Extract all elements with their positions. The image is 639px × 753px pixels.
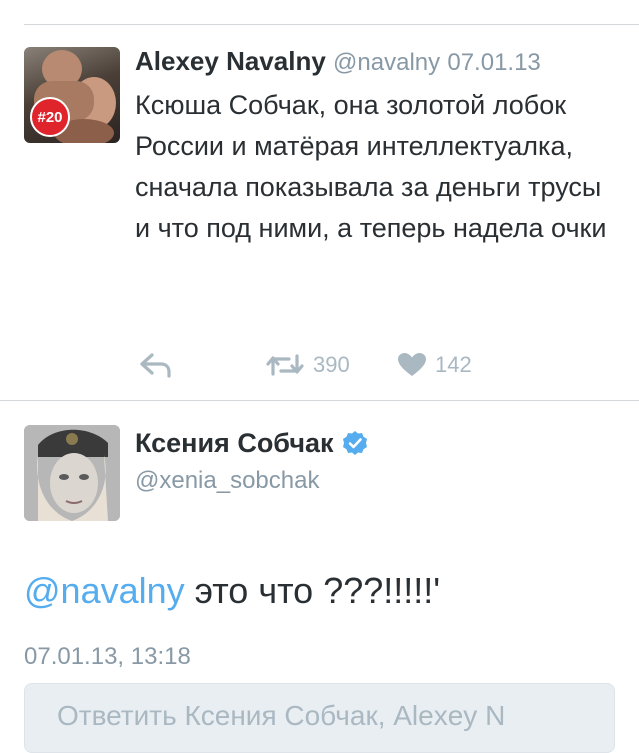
- like-count: 142: [435, 352, 472, 377]
- avatar-photo-icon: [24, 425, 120, 521]
- retweet-count: 390: [313, 352, 350, 377]
- reply-button[interactable]: [139, 347, 173, 383]
- tweet-header: Alexey Navalny @navalny 07.01.13: [135, 45, 541, 79]
- tweet-navalny[interactable]: #20 Alexey Navalny @navalny 07.01.13 Ксю…: [0, 25, 639, 401]
- like-button[interactable]: 142: [397, 347, 472, 383]
- tweet-date: 07.01.13: [447, 49, 541, 76]
- avatar-navalny[interactable]: #20: [24, 47, 120, 143]
- author-name[interactable]: Alexey Navalny: [135, 46, 326, 76]
- tweet-divider: [0, 400, 639, 401]
- tweet-actions: 390 142: [135, 347, 615, 383]
- rank-badge: #20: [30, 97, 70, 137]
- reply-icon: [140, 353, 171, 378]
- tweet-timestamp: 07.01.13, 13:18: [24, 643, 191, 670]
- author-handle[interactable]: @navalny: [333, 49, 440, 76]
- author-name[interactable]: Ксения Собчак: [135, 426, 334, 460]
- author-handle[interactable]: @xenia_sobchak: [135, 466, 319, 496]
- heart-icon: [398, 353, 426, 376]
- reply-input[interactable]: [57, 696, 614, 736]
- mention-link[interactable]: @navalny: [24, 570, 185, 611]
- retweet-icon: [266, 354, 304, 376]
- verified-badge-icon: [342, 431, 367, 455]
- avatar-sobchak[interactable]: [24, 425, 120, 521]
- tweet-text: Ксюша Собчак, она золотой лобок России и…: [135, 90, 607, 243]
- author-name-row: Ксения Собчак: [135, 426, 368, 460]
- reply-box[interactable]: [24, 683, 615, 753]
- retweet-button[interactable]: 390: [265, 347, 350, 383]
- tweet-text: @navalny это что ???!!!!!': [24, 568, 440, 614]
- tweet-text-body: это что ???!!!!!': [184, 570, 441, 611]
